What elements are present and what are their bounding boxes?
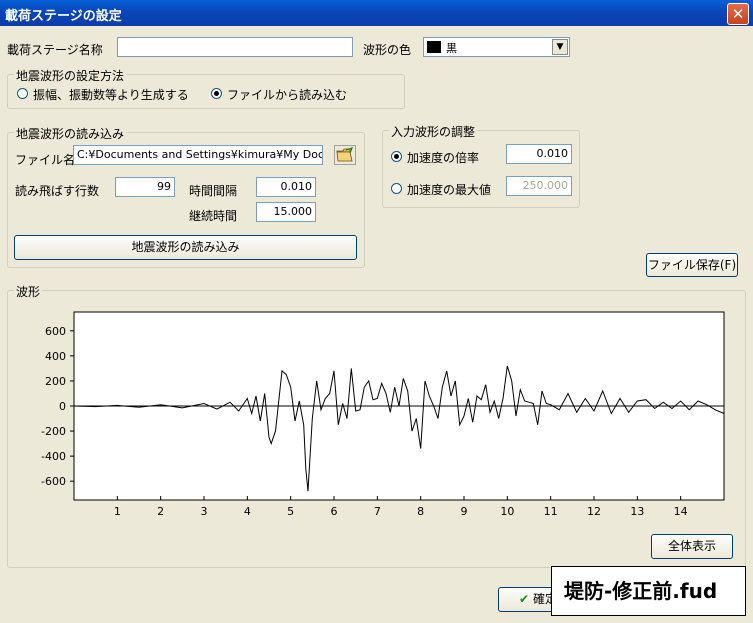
file-save-button[interactable]: ファイル保存(F) [646,253,738,277]
file-caption-overlay: 堤防-修正前.fud [551,566,746,616]
x-tick-label: 5 [287,505,294,518]
scale-factor-label: 加速度の倍率 [407,151,480,165]
radio-generate[interactable] [17,88,28,99]
duration-input[interactable]: 15.000 [256,202,316,222]
max-accel-input: 250.000 [506,176,572,196]
stage-name-label: 載荷ステージ名称 [7,43,103,57]
file-name-input[interactable]: C:¥Documents and Settings¥kimura¥My Docu… [73,145,323,165]
max-accel-label: 加速度の最大値 [407,183,492,197]
x-tick-label: 13 [630,505,644,518]
load-waveform-button[interactable]: 地震波形の読み込み [14,235,357,260]
generation-method-title: 地震波形の設定方法 [14,67,127,84]
y-tick-label: -400 [41,450,66,463]
x-tick-label: 12 [587,505,601,518]
waveform-loading-title: 地震波形の読み込み [14,125,127,142]
x-tick-label: 11 [544,505,558,518]
x-tick-label: 1 [114,505,121,518]
window-title: 載荷ステージの設定 [5,9,122,24]
y-tick-label: 400 [45,350,66,363]
waveform-chart: 6004002000-200-400-600 1 2 3 4 5 6 7 8 9 10 11 12 13… [41,311,725,518]
waveform-color-value: 黒 [446,42,457,55]
radio-scale-factor[interactable] [391,151,402,162]
x-tick-label: 3 [201,505,208,518]
show-all-button[interactable]: 全体表示 [651,534,733,559]
chevron-down-icon[interactable]: ▼ [552,39,568,55]
waveform-title: 波形 [14,283,43,300]
waveform-color-select[interactable]: 黒 ▼ [423,37,570,57]
waveform-color-label: 波形の色 [363,43,412,57]
y-tick-label: 600 [45,325,66,338]
title-bar: 載荷ステージの設定 ✕ [0,0,753,26]
skip-rows-input[interactable]: 99 [115,177,175,197]
x-tick-label: 14 [674,505,688,518]
y-tick-label: 200 [45,375,66,388]
x-tick-label: 7 [374,505,381,518]
x-tick-label: 2 [157,505,164,518]
radio-read-file-label: ファイルから読み込む [227,88,348,102]
settings-window: 載荷ステージの設定 ✕ 載荷ステージ名称 波形の色 黒 ▼ 地震波形の設定方法 … [0,0,753,623]
interval-input[interactable]: 0.010 [256,177,316,197]
color-swatch [427,41,441,53]
interval-label: 時間間隔 [189,184,238,198]
y-tick-label: -600 [41,475,66,488]
x-tick-label: 10 [500,505,514,518]
x-tick-label: 8 [417,505,424,518]
input-adjustment-title: 入力波形の調整 [389,123,478,140]
open-folder-button[interactable] [334,145,356,165]
x-tick-label: 4 [244,505,251,518]
scale-factor-input[interactable]: 0.010 [506,144,572,164]
x-tick-label: 9 [461,505,468,518]
y-tick-label: -200 [41,425,66,438]
radio-generate-label: 振幅、振動数等より生成する [33,88,189,102]
skip-rows-label: 読み飛ばす行数 [15,184,100,198]
file-name-label: ファイル名 [15,153,76,167]
radio-read-file[interactable] [211,88,222,99]
checkmark-icon: ✔ [519,592,530,606]
y-tick-label: 0 [59,400,66,413]
duration-label: 継続時間 [189,209,238,223]
folder-icon [336,147,354,162]
radio-max-accel[interactable] [391,183,402,194]
x-tick-label: 6 [331,505,338,518]
stage-name-input[interactable] [117,37,353,57]
close-button[interactable]: ✕ [727,3,749,25]
